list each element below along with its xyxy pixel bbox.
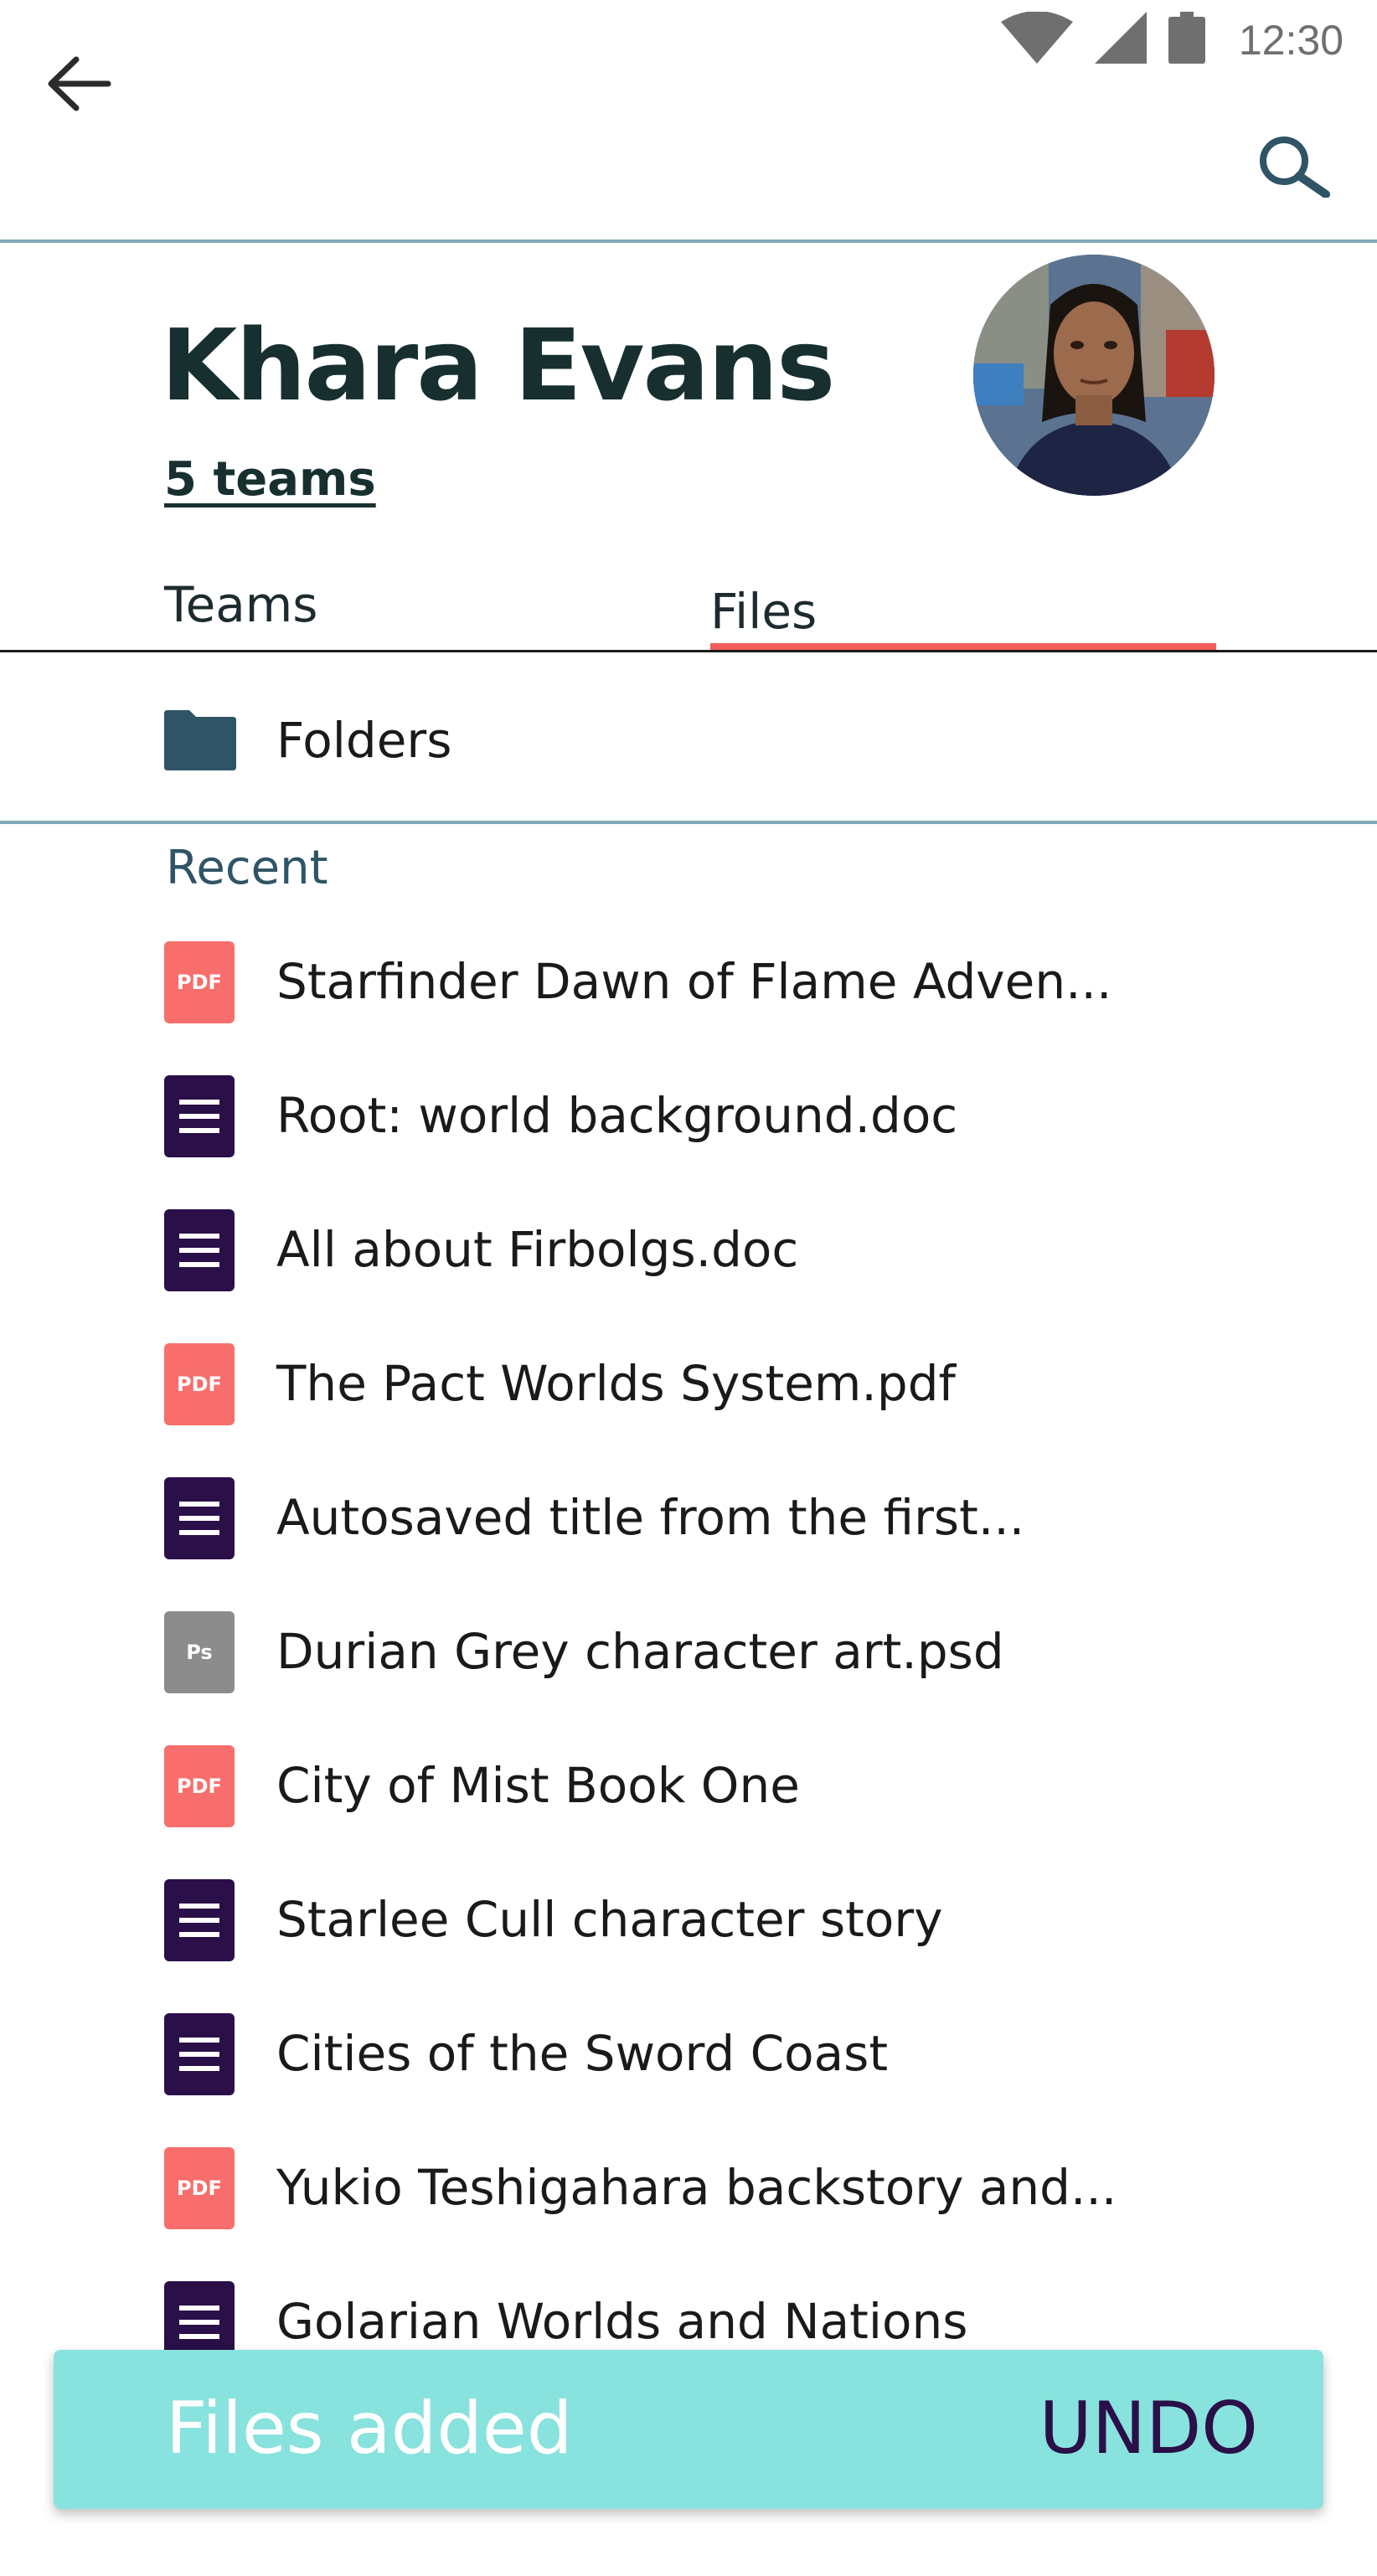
recent-file-list: PDF Starfinder Dawn of Flame Adven... Ro… [0,921,1377,2395]
list-item[interactable]: PDF Yukio Teshigahara backstory and... [0,2127,1377,2261]
folders-row[interactable]: Folders [0,655,1377,819]
list-item[interactable]: PDF Starfinder Dawn of Flame Adven... [0,921,1377,1055]
pdf-file-icon: PDF [164,941,235,1023]
file-type-badge: PDF [177,1373,222,1396]
file-name: City of Mist Book One [276,1757,800,1814]
file-name: Root: world background.doc [276,1087,958,1144]
folders-label: Folders [276,712,452,769]
file-type-badge: Ps [186,1641,213,1664]
tabs-divider [0,650,1377,652]
tab-selected-indicator [710,643,1216,650]
list-item[interactable]: Starlee Cull character story [0,1859,1377,1993]
list-item[interactable]: Ps Durian Grey character art.psd [0,1591,1377,1725]
arrow-left-icon [46,56,111,116]
list-item[interactable]: Root: world background.doc [0,1055,1377,1189]
folders-divider [0,821,1377,824]
search-icon [1257,134,1333,202]
app-bar-divider [0,240,1377,243]
file-type-badge: PDF [177,1775,222,1798]
tab-files[interactable]: Files [710,583,817,640]
document-file-icon [164,1209,235,1291]
status-time: 12:30 [1238,16,1343,64]
list-item[interactable]: All about Firbolgs.doc [0,1189,1377,1323]
file-name: Cities of the Sword Coast [276,2025,889,2082]
folder-icon [164,710,236,775]
undo-button[interactable]: UNDO [1039,2387,1258,2470]
list-item[interactable]: PDF The Pact Worlds System.pdf [0,1323,1377,1457]
file-name: Starlee Cull character story [276,1891,943,1948]
photoshop-file-icon: Ps [164,1611,235,1693]
document-file-icon [164,1477,235,1559]
document-file-icon [164,1879,235,1961]
file-name: Golarian Worlds and Nations [276,2293,968,2350]
recent-header: Recent [166,841,328,895]
document-file-icon [164,1075,235,1157]
file-name: Starfinder Dawn of Flame Adven... [276,953,1112,1010]
cellular-signal-icon [1094,12,1147,68]
profile-name: Khara Evans [161,307,835,423]
pdf-file-icon: PDF [164,1343,235,1425]
file-type-badge: PDF [177,2177,222,2200]
avatar[interactable] [973,255,1215,496]
tab-teams[interactable]: Teams [164,576,318,633]
document-file-icon [164,2013,235,2095]
file-name: All about Firbolgs.doc [276,1221,799,1278]
file-name: Autosaved title from the first... [276,1489,1025,1546]
pdf-file-icon: PDF [164,1745,235,1827]
list-item[interactable]: PDF City of Mist Book One [0,1725,1377,1859]
snackbar: Files added UNDO [54,2350,1323,2509]
wifi-icon [1000,11,1073,68]
status-icons: 12:30 [1000,11,1343,68]
back-button[interactable] [42,49,116,122]
file-type-badge: PDF [177,971,222,994]
pdf-file-icon: PDF [164,2147,235,2229]
file-name: The Pact Worlds System.pdf [276,1355,956,1412]
file-name: Yukio Teshigahara backstory and... [276,2159,1117,2216]
status-bar: 12:30 [0,0,1377,77]
teams-link[interactable]: 5 teams [164,452,376,507]
battery-icon [1168,12,1205,68]
file-name: Durian Grey character art.psd [276,1623,1004,1680]
search-button[interactable] [1253,126,1337,209]
snackbar-message: Files added [166,2387,573,2470]
list-item[interactable]: Cities of the Sword Coast [0,1993,1377,2127]
list-item[interactable]: Autosaved title from the first... [0,1457,1377,1591]
